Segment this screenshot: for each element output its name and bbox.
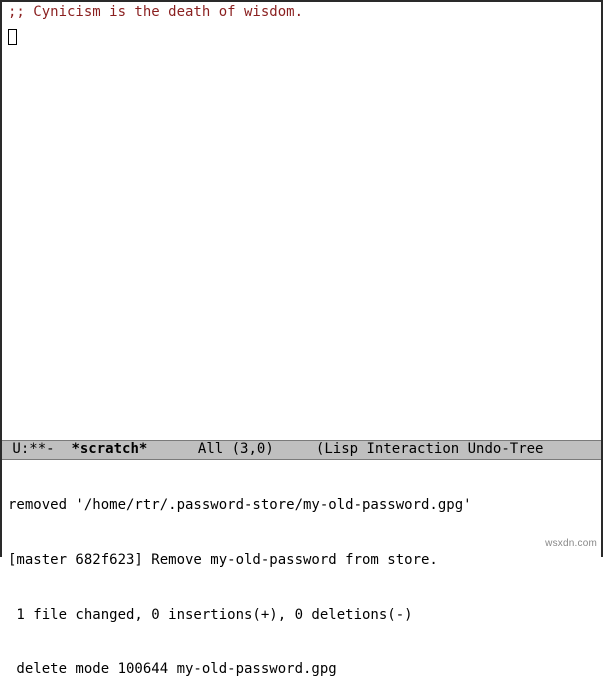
mode-line-flags: U:**- xyxy=(4,441,63,459)
mode-line-position: All (3,0) xyxy=(198,441,274,459)
mode-line-buffer-name: *scratch* xyxy=(63,441,147,459)
mode-line-spacer xyxy=(147,441,198,459)
watermark: wsxdn.com xyxy=(545,538,597,551)
echo-line: 1 file changed, 0 insertions(+), 0 delet… xyxy=(8,606,595,624)
buffer-area[interactable]: ;; Cynicism is the death of wisdom. xyxy=(2,2,601,440)
text-cursor xyxy=(8,29,17,45)
echo-line: delete mode 100644 my-old-password.gpg xyxy=(8,660,595,678)
echo-area: removed '/home/rtr/.password-store/my-ol… xyxy=(2,460,601,698)
mode-line[interactable]: U:**- *scratch* All (3,0) (Lisp Interact… xyxy=(2,440,601,460)
echo-line: [master 682f623] Remove my-old-password … xyxy=(8,551,595,569)
mode-line-modes: (Lisp Interaction Undo-Tree xyxy=(316,441,544,459)
echo-line: removed '/home/rtr/.password-store/my-ol… xyxy=(8,496,595,514)
mode-line-spacer xyxy=(274,441,316,459)
scratch-comment: ;; Cynicism is the death of wisdom. xyxy=(8,4,595,22)
